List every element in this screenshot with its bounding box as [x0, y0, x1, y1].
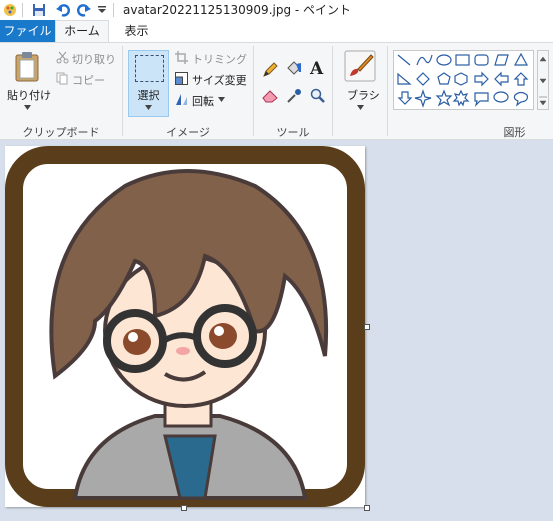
undo-icon[interactable]	[55, 2, 71, 18]
brush-icon[interactable]	[344, 50, 376, 82]
rotate-dropdown-icon[interactable]	[218, 97, 225, 102]
rotate-button[interactable]: 回転	[192, 93, 214, 109]
resize-handle-right[interactable]	[364, 324, 370, 330]
copy-button[interactable]: コピー	[72, 72, 105, 88]
gallery-scroll-arrows-icon	[539, 56, 547, 106]
clipboard-group-label: クリップボード	[22, 126, 100, 139]
title-bar: avatar20221125130909.jpg - ペイント	[0, 0, 553, 20]
image-group-label: イメージ	[166, 126, 210, 139]
pencil-icon[interactable]	[262, 62, 278, 78]
copy-icon	[56, 72, 68, 85]
avatar-image	[5, 146, 365, 507]
group-separator	[387, 46, 388, 136]
ribbon: 貼り付け 切り取り コピー クリップボード 選択 トリミング サイズ変更 回転 …	[0, 42, 553, 140]
title-divider	[22, 3, 23, 17]
shapes-group-label: 図形	[503, 126, 526, 139]
magnifier-icon[interactable]	[310, 88, 326, 104]
paint-app-icon[interactable]	[2, 2, 18, 18]
shapes-gallery[interactable]	[393, 50, 534, 110]
fill-bucket-icon[interactable]	[285, 60, 303, 78]
crop-icon	[175, 51, 188, 64]
select-button[interactable]: 選択	[128, 50, 169, 117]
quick-access-dropdown-icon[interactable]	[97, 5, 107, 15]
color-picker-icon[interactable]	[286, 88, 302, 104]
resize-handle-bottom[interactable]	[181, 505, 187, 511]
resize-button[interactable]: サイズ変更	[192, 72, 247, 88]
paste-button-label[interactable]: 貼り付け	[7, 87, 51, 103]
redo-icon[interactable]	[76, 2, 92, 18]
brushes-button-label[interactable]: ブラシ	[347, 87, 380, 103]
shapes-gallery-icons	[397, 52, 529, 108]
tab-home[interactable]: ホーム	[55, 20, 109, 42]
crop-button[interactable]: トリミング	[192, 51, 247, 67]
eraser-icon[interactable]	[262, 89, 278, 103]
ribbon-tab-bar: ファイル ホーム 表示	[0, 20, 553, 42]
paste-dropdown-icon[interactable]	[24, 105, 31, 110]
resize-icon	[175, 72, 188, 85]
window-title: avatar20221125130909.jpg - ペイント	[123, 3, 352, 17]
rotate-icon	[176, 94, 187, 105]
paste-icon[interactable]	[13, 50, 41, 82]
cut-button[interactable]: 切り取り	[72, 51, 116, 67]
save-icon[interactable]	[31, 2, 47, 18]
tab-view[interactable]: 表示	[109, 20, 164, 42]
shapes-gallery-scroll[interactable]	[537, 50, 549, 110]
text-tool-icon[interactable]: A	[310, 59, 323, 79]
title-divider	[113, 3, 114, 17]
resize-handle-corner[interactable]	[364, 505, 370, 511]
group-separator	[122, 46, 123, 136]
select-icon	[135, 55, 164, 82]
image-canvas[interactable]	[5, 146, 365, 507]
select-button-label: 選択	[137, 89, 160, 102]
select-dropdown-icon[interactable]	[145, 105, 152, 110]
group-separator	[332, 46, 333, 136]
tab-file[interactable]: ファイル	[0, 20, 55, 42]
scissors-icon	[56, 51, 69, 64]
group-separator	[253, 46, 254, 136]
tools-group-label: ツール	[276, 126, 310, 139]
brushes-dropdown-icon[interactable]	[357, 105, 364, 110]
